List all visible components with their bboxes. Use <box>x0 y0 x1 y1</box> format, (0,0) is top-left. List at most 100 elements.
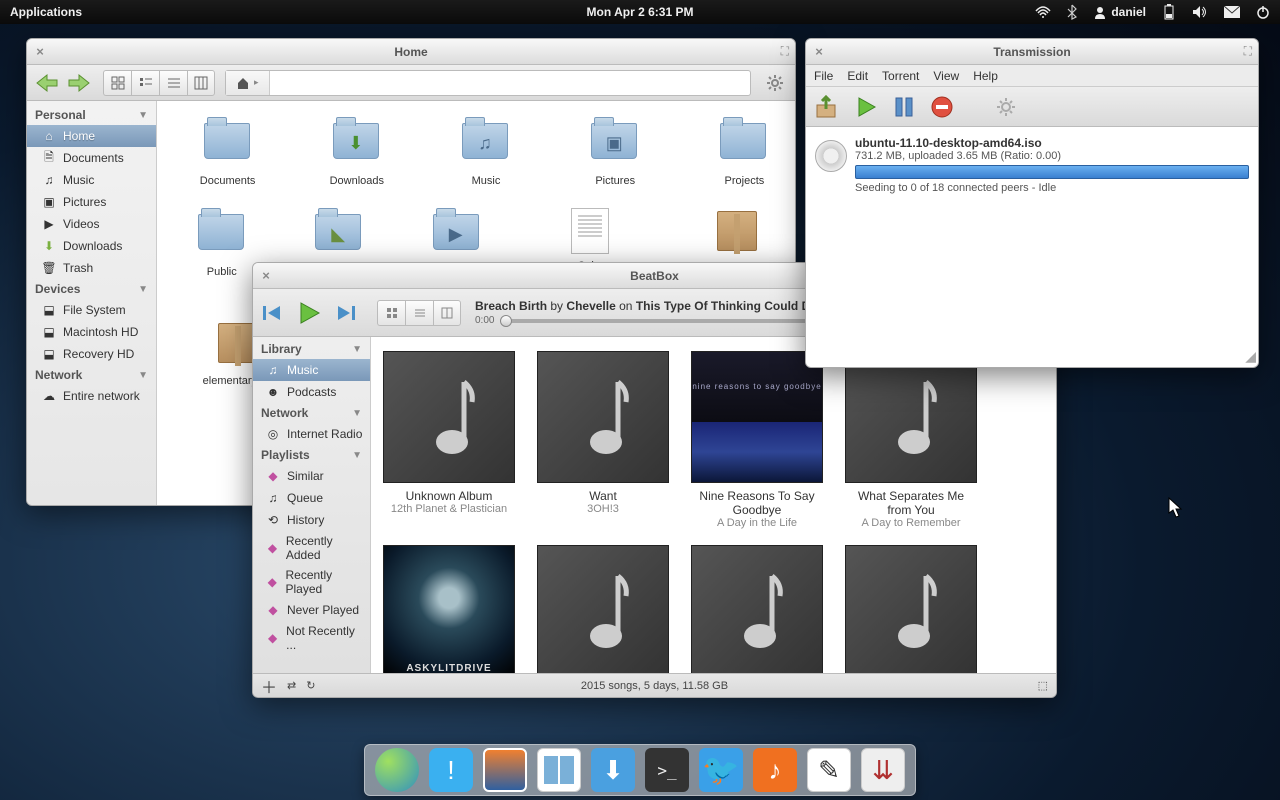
path-bar[interactable]: ▸ <box>225 70 751 96</box>
folder-documents[interactable]: Documents <box>193 117 262 188</box>
sidebar-item-filesystem[interactable]: ⬓File System <box>27 299 156 321</box>
album-item[interactable] <box>691 545 823 673</box>
maximize-button[interactable]: ⛶ <box>781 44 789 59</box>
folder-pictures[interactable]: ▣Pictures <box>581 117 650 188</box>
sidebar-item-music[interactable]: ♫Music <box>27 169 156 191</box>
folder-public[interactable]: Public <box>193 208 250 300</box>
applications-menu[interactable]: Applications <box>10 5 82 19</box>
path-home[interactable]: ▸ <box>226 71 270 95</box>
next-track-button[interactable] <box>331 299 359 327</box>
sidebar-item-home[interactable]: ⌂Home <box>27 125 156 147</box>
sidebar-item-trash[interactable]: 🗑Trash <box>27 257 156 279</box>
album-item[interactable]: What Separates Me from You A Day to Reme… <box>845 351 977 529</box>
folder-projects[interactable]: Projects <box>710 117 779 188</box>
sidebar-item-recovery[interactable]: ⬓Recovery HD <box>27 343 156 365</box>
sidebar-item-history[interactable]: ⟲History <box>253 509 370 531</box>
sidebar-item-similar[interactable]: ◆Similar <box>253 465 370 487</box>
folder-music[interactable]: ♫Music <box>451 117 520 188</box>
view-compact-button[interactable] <box>159 70 187 96</box>
dock-photos[interactable] <box>483 748 527 792</box>
album-item[interactable]: nine reasons to say goodbye Nine Reasons… <box>691 351 823 529</box>
close-button[interactable]: × <box>33 45 47 59</box>
menu-file[interactable]: File <box>814 69 833 83</box>
torrent-list[interactable]: ubuntu-11.10-desktop-amd64.iso 731.2 MB,… <box>806 127 1258 367</box>
view-album-button[interactable] <box>377 300 405 326</box>
settings-button[interactable] <box>761 70 789 96</box>
playlists-header[interactable]: Playlists▼ <box>253 445 370 465</box>
sidebar-item-documents[interactable]: 🗎Documents <box>27 147 156 169</box>
menu-view[interactable]: View <box>933 69 959 83</box>
close-button[interactable]: × <box>259 269 273 283</box>
album-item[interactable]: Unknown Album 12th Planet & Plastician <box>383 351 515 529</box>
menu-edit[interactable]: Edit <box>847 69 868 83</box>
add-button[interactable]: ＋ <box>261 674 277 698</box>
user-menu[interactable]: daniel <box>1093 5 1146 19</box>
mail-icon[interactable] <box>1224 6 1240 18</box>
sidebar-item-recently-added[interactable]: ◆Recently Added <box>253 531 370 565</box>
torrent-item[interactable]: ubuntu-11.10-desktop-amd64.iso 731.2 MB,… <box>810 131 1254 199</box>
dock-transmission[interactable]: ⇊ <box>861 748 905 792</box>
properties-button[interactable] <box>990 94 1022 120</box>
menu-help[interactable]: Help <box>973 69 998 83</box>
view-columns-button[interactable] <box>187 70 215 96</box>
dock-chat[interactable]: ! <box>429 748 473 792</box>
sidebar-item-podcasts[interactable]: ☻Podcasts <box>253 381 370 403</box>
album-item[interactable] <box>537 545 669 673</box>
network-header[interactable]: Network▼ <box>253 403 370 423</box>
sidebar-item-downloads[interactable]: ⬇Downloads <box>27 235 156 257</box>
panel-clock[interactable]: Mon Apr 2 6:31 PM <box>587 5 694 19</box>
album-item[interactable]: ASKYLITDRIVE <box>383 545 515 673</box>
battery-icon[interactable] <box>1162 4 1176 20</box>
back-button[interactable] <box>33 70 61 96</box>
dock-twitter[interactable]: 🐦 <box>699 748 743 792</box>
sidebar-item-not-recently[interactable]: ◆Not Recently ... <box>253 621 370 655</box>
shuffle-button[interactable]: ⇄ <box>287 679 296 692</box>
sidebar-item-music[interactable]: ♫Music <box>253 359 370 381</box>
info-button[interactable]: ⬚ <box>1038 679 1048 692</box>
sidebar-item-pictures[interactable]: ▣Pictures <box>27 191 156 213</box>
titlebar[interactable]: × Transmission ⛶ <box>806 39 1258 65</box>
view-list-button[interactable] <box>405 300 433 326</box>
repeat-button[interactable]: ↻ <box>306 679 315 692</box>
sidebar-item-never-played[interactable]: ◆Never Played <box>253 599 370 621</box>
dock-terminal[interactable]: >_ <box>645 748 689 792</box>
dock-calendar[interactable] <box>537 748 581 792</box>
dock-downloads[interactable]: ⬇ <box>591 748 635 792</box>
sidebar-network-header[interactable]: Network▼ <box>27 365 156 385</box>
view-grid-button[interactable] <box>103 70 131 96</box>
sidebar-item-queue[interactable]: ♫Queue <box>253 487 370 509</box>
folder-downloads[interactable]: ⬇Downloads <box>322 117 391 188</box>
dock-editor[interactable]: ✎ <box>807 748 851 792</box>
menu-torrent[interactable]: Torrent <box>882 69 919 83</box>
sidebar-item-recently-played[interactable]: ◆Recently Played <box>253 565 370 599</box>
album-item[interactable]: Want 3OH!3 <box>537 351 669 529</box>
close-button[interactable]: × <box>812 45 826 59</box>
start-button[interactable] <box>850 94 882 120</box>
pause-button[interactable] <box>888 94 920 120</box>
sidebar-item-videos[interactable]: ▶Videos <box>27 213 156 235</box>
sidebar-personal-header[interactable]: Personal▼ <box>27 105 156 125</box>
sidebar-item-radio[interactable]: ◎Internet Radio <box>253 423 370 445</box>
wifi-icon[interactable] <box>1035 5 1051 19</box>
play-button[interactable] <box>295 299 323 327</box>
view-column-button[interactable] <box>433 300 461 326</box>
sidebar-devices-header[interactable]: Devices▼ <box>27 279 156 299</box>
dock-music[interactable]: ♪ <box>753 748 797 792</box>
prev-track-button[interactable] <box>259 299 287 327</box>
album-item[interactable] <box>845 545 977 673</box>
titlebar[interactable]: × Home ⛶ <box>27 39 795 65</box>
library-header[interactable]: Library▼ <box>253 339 370 359</box>
resize-grip-icon[interactable]: ◢ <box>1245 348 1256 365</box>
power-icon[interactable] <box>1256 5 1270 19</box>
sidebar-item-entire-network[interactable]: ☁Entire network <box>27 385 156 407</box>
bluetooth-icon[interactable] <box>1067 4 1077 20</box>
maximize-button[interactable]: ⛶ <box>1244 44 1252 59</box>
volume-icon[interactable] <box>1192 5 1208 19</box>
album-grid[interactable]: Unknown Album 12th Planet & Plastician W… <box>371 337 1056 673</box>
open-torrent-button[interactable] <box>812 94 844 120</box>
remove-button[interactable] <box>926 94 958 120</box>
sidebar-item-macintosh[interactable]: ⬓Macintosh HD <box>27 321 156 343</box>
view-list-button[interactable] <box>131 70 159 96</box>
forward-button[interactable] <box>65 70 93 96</box>
dock-browser[interactable] <box>375 748 419 792</box>
